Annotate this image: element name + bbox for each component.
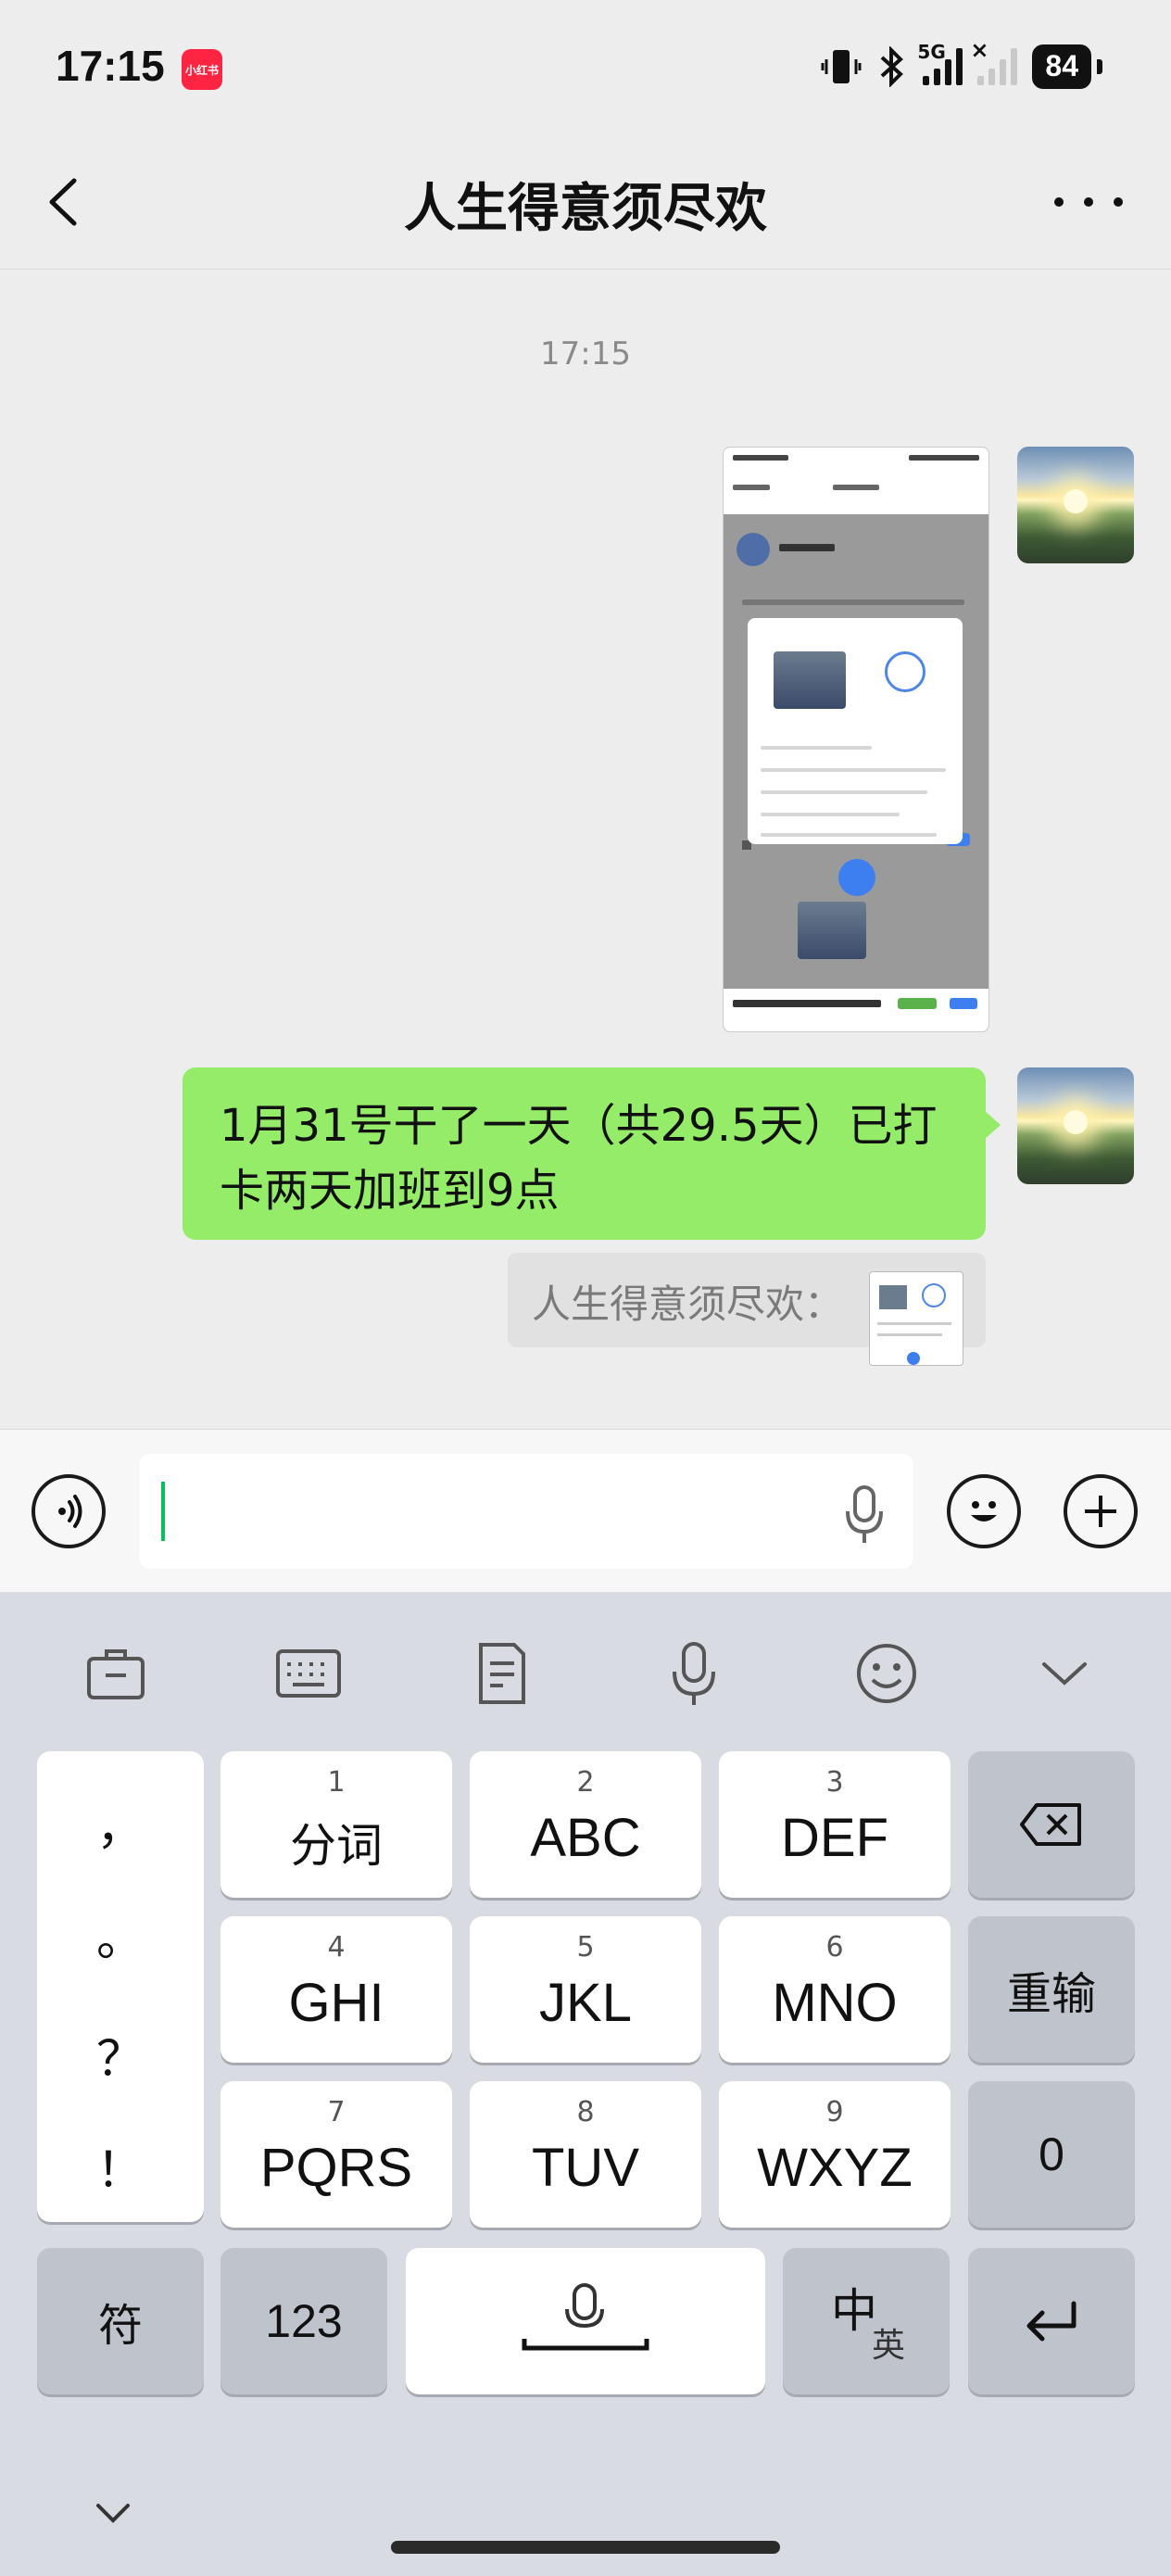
punctuation-column[interactable]: ， 。 ？ ！ [37,1751,204,2222]
numbers-key[interactable]: 123 [220,2248,387,2394]
enter-icon [1026,2301,1077,2342]
voice-typing-icon[interactable] [652,1636,736,1711]
emoji-icon[interactable] [845,1636,928,1711]
quote-thumbnail [869,1271,963,1366]
space-mic-icon [522,2283,649,2351]
key-8[interactable]: 8 TUV [470,2081,701,2228]
key-0[interactable]: 0 [968,2081,1135,2228]
status-bar: 17:15 小红书 5G × 84 [0,0,1171,137]
cellular-signal-2-icon: × [970,37,1018,85]
punct-question[interactable]: ？ [37,2020,204,2090]
xiaohongshu-app-icon: 小红书 [182,49,222,90]
microphone-icon[interactable] [841,1482,888,1547]
key-3[interactable]: 3 DEF [719,1751,951,1898]
chat-title: 人生得意须尽欢 [404,179,767,239]
bluetooth-icon [881,46,904,87]
status-icons: 5G × 84 [821,37,1102,89]
key-4[interactable]: 4 GHI [220,1916,452,2063]
keyboard: ， 。 ？ ！ 1 分词 2 ABC 3 DEF 4 GHI 5 JKL 6 M… [0,1592,1171,2576]
reinput-key[interactable]: 重输 [968,1916,1135,2063]
more-options-icon[interactable] [1054,183,1123,221]
vibrate-icon [821,50,862,83]
chevron-down-icon[interactable] [1023,1636,1106,1711]
chat-header: 人生得意须尽欢 [0,137,1171,270]
clock: 17:15 [56,42,165,90]
briefcase-icon[interactable] [74,1636,157,1711]
image-thumbnail-header [724,448,988,514]
clipboard-icon[interactable] [460,1636,543,1711]
message-input-bar [0,1429,1171,1593]
key-9[interactable]: 9 WXYZ [719,2081,951,2228]
image-message[interactable] [723,447,989,1032]
text-cursor [161,1482,165,1541]
battery-indicator: 84 [1032,44,1091,89]
battery-tip [1097,59,1102,74]
key-2[interactable]: 2 ABC [470,1751,701,1898]
key-6[interactable]: 6 MNO [719,1916,951,2063]
emoji-icon[interactable] [947,1474,1021,1548]
key-7[interactable]: 7 PQRS [220,2081,452,2228]
avatar[interactable] [1017,447,1134,563]
key-1[interactable]: 1 分词 [220,1751,452,1898]
message-input[interactable] [139,1454,913,1569]
symbols-key[interactable]: 符 [37,2248,204,2394]
cellular-signal-icon: 5G [917,41,963,85]
punct-exclaim[interactable]: ！ [37,2131,204,2201]
message-timestamp: 17:15 [540,335,631,373]
avatar[interactable] [1017,1067,1134,1184]
language-switch-key[interactable]: 中 英 [783,2248,950,2394]
text-message-bubble[interactable]: 1月31号干了一天（共29.5天）已打卡两天加班到9点 [183,1067,986,1240]
space-key[interactable] [406,2248,765,2394]
add-attachment-icon[interactable] [1064,1474,1138,1548]
bubble-tail [984,1110,1001,1140]
voice-input-icon[interactable] [31,1474,106,1548]
key-5[interactable]: 5 JKL [470,1916,701,2063]
punct-period[interactable]: 。 [37,1900,204,1969]
keyboard-icon[interactable] [267,1636,350,1711]
collapse-keyboard-icon[interactable] [93,2500,133,2526]
home-indicator[interactable] [391,2541,780,2554]
quoted-message[interactable]: 人生得意须尽欢： [508,1253,986,1366]
backspace-key[interactable] [968,1751,1135,1898]
enter-key[interactable] [968,2248,1135,2394]
backspace-icon [1020,1803,1081,1846]
punct-comma[interactable]: ， [37,1788,204,1858]
image-thumbnail-dialog [748,618,963,844]
quote-text: 人生得意须尽欢： [532,1282,844,1327]
